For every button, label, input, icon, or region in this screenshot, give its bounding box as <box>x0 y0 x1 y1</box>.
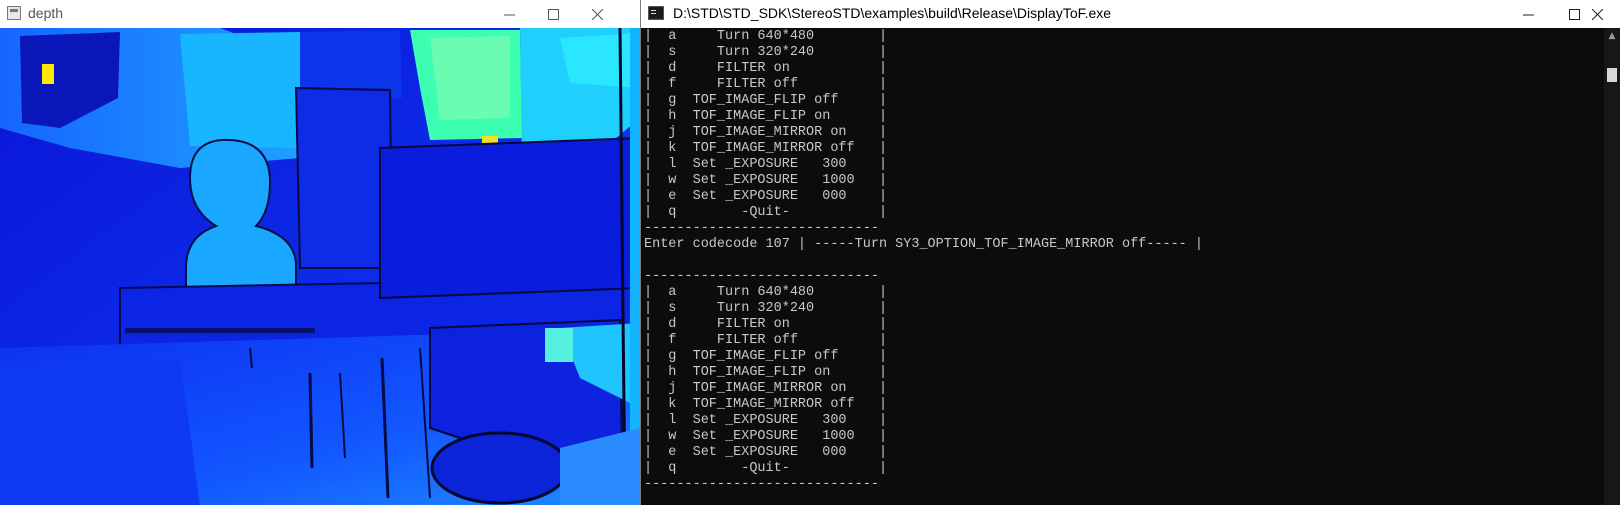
console-line: | l Set _EXPOSURE 300 | <box>644 413 888 428</box>
console-line: | f FILTER off | <box>644 77 888 92</box>
console-line: | d FILTER on | <box>644 317 888 332</box>
console-output[interactable]: | a Turn 640*480 | | s Turn 320*240 | | … <box>641 28 1604 505</box>
console-line: | w Set _EXPOSURE 1000 | <box>644 429 888 444</box>
console-line: | k TOF_IMAGE_MIRROR off | <box>644 397 888 412</box>
window-app-icon <box>7 6 21 20</box>
console-line: | j TOF_IMAGE_MIRROR on | <box>644 125 888 140</box>
console-line: | q -Quit- | <box>644 205 888 220</box>
close-icon <box>1591 8 1603 20</box>
console-line: Enter codecode 107 | -----Turn SY3_OPTIO… <box>644 237 1203 252</box>
console-scrollbar[interactable]: ▲ <box>1604 28 1620 505</box>
scroll-up-arrow-icon[interactable]: ▲ <box>1604 28 1620 44</box>
console-line: | f FILTER off | <box>644 333 888 348</box>
console-line: | a Turn 640*480 | <box>644 29 888 44</box>
console-minimize-button[interactable] <box>1505 0 1551 28</box>
console-line: | e Set _EXPOSURE 000 | <box>644 189 888 204</box>
console-line: | q -Quit- | <box>644 461 888 476</box>
depth-titlebar[interactable]: depth <box>0 0 640 28</box>
console-line: | h TOF_IMAGE_FLIP on | <box>644 365 888 380</box>
console-window-title: D:\STD\STD_SDK\StereoSTD\examples\build\… <box>673 5 1112 21</box>
console-line: ----------------------------- <box>644 477 879 492</box>
console-line: | d FILTER on | <box>644 61 888 76</box>
console-line: | h TOF_IMAGE_FLIP on | <box>644 109 888 124</box>
depth-window: depth <box>0 0 640 505</box>
depth-window-title: depth <box>28 5 64 21</box>
minimize-icon <box>503 9 515 20</box>
minimize-icon <box>1522 9 1534 20</box>
console-line: | e Set _EXPOSURE 000 | <box>644 445 888 460</box>
maximize-icon <box>547 8 559 20</box>
console-line: | s Turn 320*240 | <box>644 301 888 316</box>
console-line: ----------------------------- <box>644 221 879 236</box>
console-line: | j TOF_IMAGE_MIRROR on | <box>644 381 888 396</box>
console-line: | g TOF_IMAGE_FLIP off | <box>644 93 888 108</box>
console-titlebar[interactable]: D:\STD\STD_SDK\StereoSTD\examples\build\… <box>641 0 1620 28</box>
console-line: | w Set _EXPOSURE 1000 | <box>644 173 888 188</box>
depth-map-graphic <box>0 28 640 505</box>
console-line: | k TOF_IMAGE_MIRROR off | <box>644 141 888 156</box>
scrollbar-thumb[interactable] <box>1607 68 1617 82</box>
console-app-icon <box>648 6 664 20</box>
console-line: | s Turn 320*240 | <box>644 45 888 60</box>
depth-minimize-button[interactable] <box>486 0 532 28</box>
close-icon <box>591 8 603 20</box>
console-line: | a Turn 640*480 | <box>644 285 888 300</box>
depth-close-button[interactable] <box>574 0 620 28</box>
console-line: | l Set _EXPOSURE 300 | <box>644 157 888 172</box>
console-line: | g TOF_IMAGE_FLIP off | <box>644 349 888 364</box>
depth-map-image <box>0 28 640 505</box>
console-line: ----------------------------- <box>644 269 879 284</box>
console-text: | a Turn 640*480 | | s Turn 320*240 | | … <box>644 29 1203 493</box>
console-window: D:\STD\STD_SDK\StereoSTD\examples\build\… <box>640 0 1620 505</box>
console-close-button[interactable] <box>1574 0 1620 28</box>
depth-maximize-button[interactable] <box>530 0 576 28</box>
